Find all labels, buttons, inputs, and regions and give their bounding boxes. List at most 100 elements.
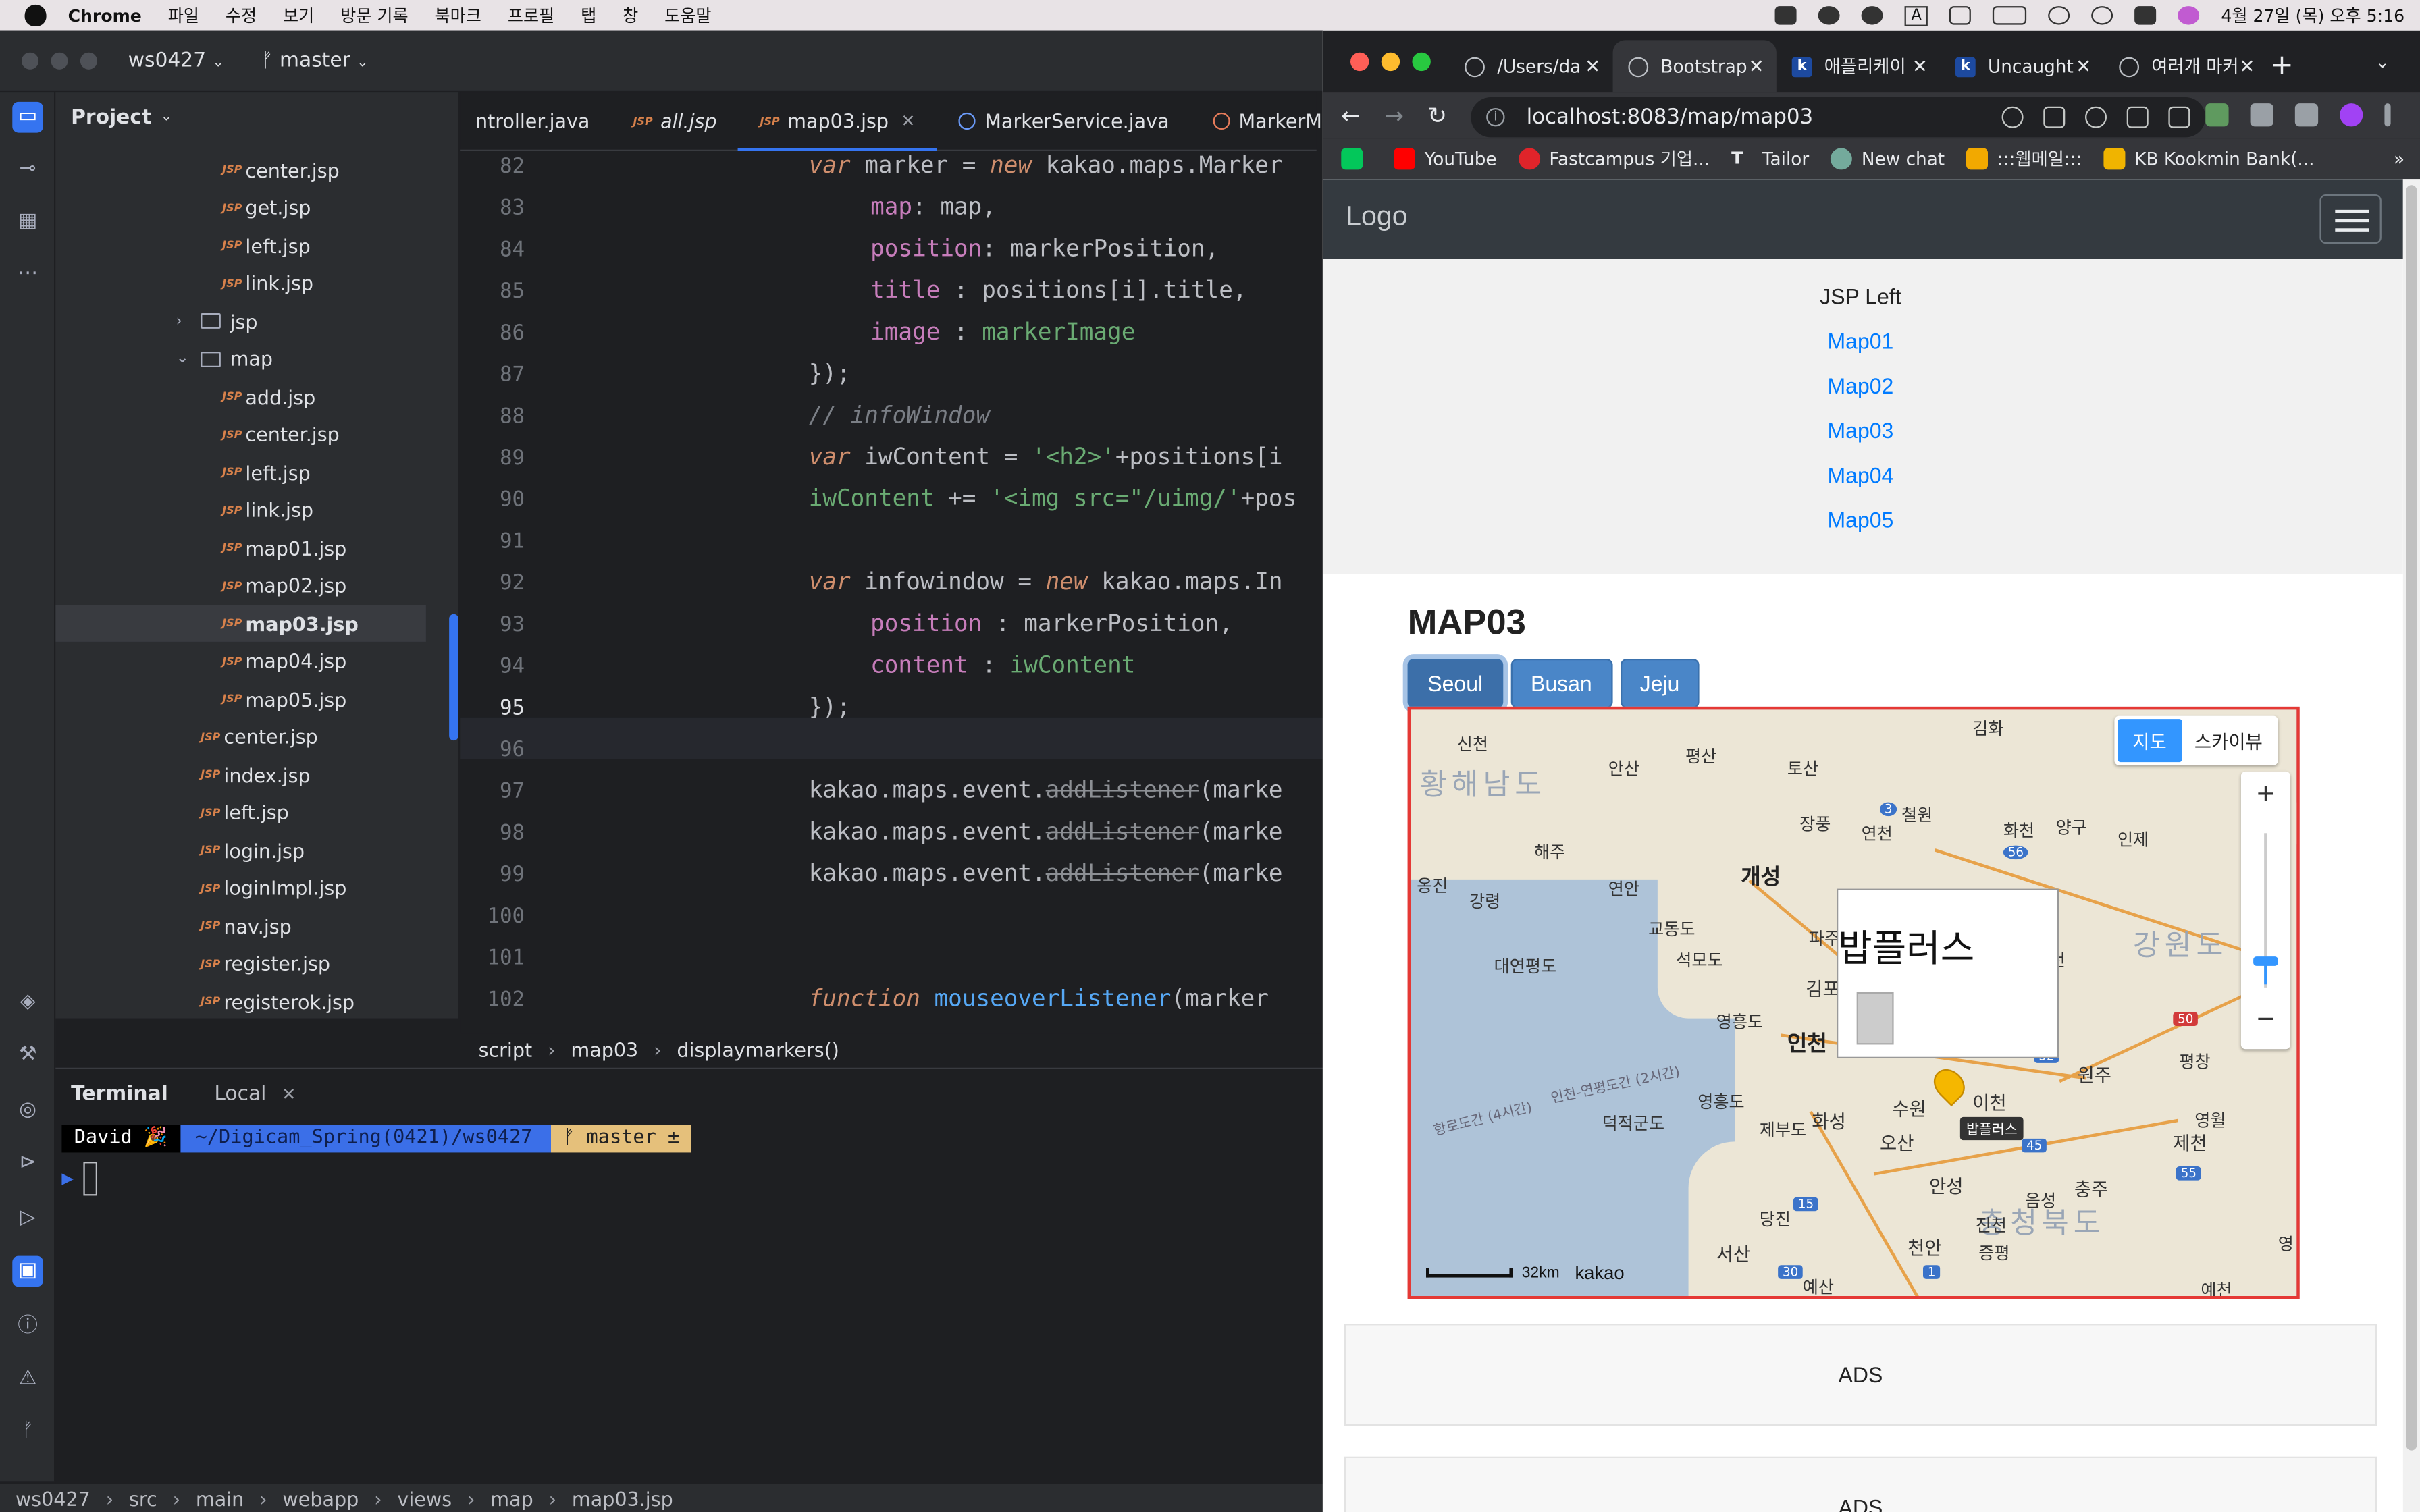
browser-tab[interactable]: 여러개 마커 ✕ [2103,40,2267,92]
terminal-icon[interactable]: ▣ [12,1256,43,1287]
apple-icon[interactable] [24,4,47,26]
minimize-window-button[interactable] [51,52,68,70]
bookmark-naver[interactable] [1341,148,1372,170]
spotlight-search-icon[interactable] [2091,6,2113,25]
status-path-segment[interactable]: src [129,1486,157,1509]
menu-item-tab[interactable]: 탭 [581,3,596,28]
navbar-toggler-button[interactable] [2319,194,2382,244]
menu-item-edit[interactable]: 수정 [226,3,257,28]
bookmark-tailor[interactable]: T Tailor [1731,148,1809,169]
bookmark-webmail[interactable]: :::웹메일::: [1966,146,2082,171]
bookmark-fastcampus[interactable]: Fastcampus 기업... [1518,146,1710,171]
close-window-button[interactable] [21,52,39,70]
link-map05[interactable]: Map05 [1323,508,2398,533]
structure-icon[interactable]: ▦ [12,207,43,238]
menubar-clock[interactable]: 4월 27일 (목) 오후 5:16 [2221,3,2404,28]
siri-icon[interactable] [2178,6,2200,25]
tree-item[interactable]: JSP login.jsp [55,832,426,869]
project-tree-scrollbar[interactable] [449,614,458,741]
share-icon[interactable] [2126,106,2149,128]
run-icon[interactable]: ▷ [12,1204,43,1235]
status-path-segment[interactable]: ws0427 [16,1486,90,1509]
tree-item[interactable]: JSP center.jsp [55,151,426,188]
tree-item[interactable]: JSP center.jsp [55,718,426,755]
link-map02[interactable]: Map02 [1323,373,2398,398]
tree-item[interactable]: JSP registerok.jsp [55,983,426,1019]
bookmark-star-icon[interactable] [2168,106,2190,128]
tree-item[interactable]: ⌄ map [55,340,426,377]
tree-item[interactable]: JSP loginImpl.jsp [55,869,426,907]
docker-icon[interactable] [1775,6,1797,25]
code-editor[interactable]: ntroller.java JSP all.jsp JSP map03.jsp ✕ Mark… [460,92,1323,1034]
build-icon[interactable]: ⚒ [12,1040,43,1071]
project-folder-icon[interactable]: ▭ [12,101,43,133]
tree-item[interactable]: JSP map03.jsp [55,604,426,642]
editor-tab[interactable]: MarkerService.java [937,92,1190,151]
tree-item[interactable]: JSP add.jsp [55,378,426,415]
link-map04[interactable]: Map04 [1323,463,2398,488]
zoom-out-button[interactable]: − [2241,1003,2290,1039]
editor-tab[interactable]: ntroller.java [460,92,611,151]
battery-icon[interactable] [1993,6,2027,25]
tree-item[interactable]: JSP left.jsp [55,794,426,831]
tree-item[interactable]: JSP map05.jsp [55,680,426,718]
more-icon[interactable]: ⋯ [12,259,43,290]
bookmark-new-chat[interactable]: New chat [1831,148,1945,170]
menu-item-help[interactable]: 도움말 [664,3,711,28]
profiler-icon[interactable]: ◎ [12,1096,43,1127]
minimize-window-button[interactable] [1381,52,1400,72]
wifi-icon[interactable] [2048,6,2070,25]
site-brand[interactable]: Logo [1346,200,1408,233]
menu-item-window[interactable]: 창 [623,3,638,28]
kebab-menu-icon[interactable] [2384,103,2391,127]
bookmark-kb[interactable]: KB Kookmin Bank(... [2103,148,2314,170]
line-icon[interactable] [1818,6,1841,25]
notification-icon[interactable] [1862,6,1884,25]
chevron-down-icon[interactable]: ⌄ [176,350,194,367]
close-icon[interactable]: ✕ [2239,55,2255,77]
problems-icon[interactable]: ⓘ [12,1312,43,1343]
close-icon[interactable]: ✕ [2076,55,2091,77]
tree-item[interactable]: JSP register.jsp [55,945,426,982]
site-info-icon[interactable]: i [1486,107,1505,127]
profile-avatar[interactable] [2340,103,2363,127]
menu-app-name[interactable]: Chrome [68,5,142,26]
tree-item[interactable]: JSP link.jsp [55,491,426,529]
services-icon[interactable]: ⊳ [12,1148,43,1179]
project-selector[interactable]: ws0427 ⌄ [128,49,224,72]
breadcrumb-map03[interactable]: map03 [571,1037,638,1060]
layers-icon[interactable]: ◈ [12,988,43,1019]
browser-tab[interactable]: /Users/da ✕ [1449,40,1612,92]
status-path-segment[interactable]: views [397,1486,452,1509]
editor-tab[interactable]: JSP all.jsp [611,92,738,151]
terminal-cursor[interactable] [83,1162,97,1196]
zoom-window-button[interactable] [1412,52,1431,72]
code-area[interactable]: var marker = new kakao.maps.Marker map: … [583,151,1323,1033]
git-icon[interactable]: ᚠ [12,1416,43,1447]
map-type-skyview-button[interactable]: 스카이뷰 [2185,728,2278,754]
forward-icon[interactable]: → [1384,102,1404,130]
menu-item-file[interactable]: 파일 [168,3,199,28]
tree-item[interactable]: JSP left.jsp [55,454,426,491]
new-tab-icon[interactable]: + [2270,49,2294,82]
map-type-roadmap-button[interactable]: 지도 [2117,719,2182,763]
address-bar[interactable]: i localhost:8083/map/map03 [1471,97,2206,138]
zoom-icon[interactable] [2084,106,2107,128]
browser-tab[interactable]: k 애플리케이 ✕ [1777,40,1940,92]
menu-item-profiles[interactable]: 프로필 [508,3,554,28]
browser-tab[interactable]: Bootstrap ✕ [1612,40,1777,93]
breadcrumb-function[interactable]: displaymarkers() [677,1037,839,1060]
chevron-right-icon[interactable]: › [176,313,194,329]
tree-item[interactable]: JSP nav.jsp [55,907,426,944]
branch-selector[interactable]: ᚠ master ⌄ [261,49,369,72]
close-icon[interactable]: ✕ [901,111,915,132]
close-icon[interactable]: ✕ [282,1084,296,1104]
zoom-window-button[interactable] [80,52,97,70]
side-panel-icon[interactable] [2294,103,2319,127]
zoom-slider-handle[interactable] [2253,956,2278,966]
link-map01[interactable]: Map01 [1323,329,2398,354]
reload-icon[interactable]: ↻ [1427,102,1447,130]
tree-item[interactable]: JSP map02.jsp [55,567,426,604]
translate-icon[interactable] [2043,106,2066,128]
busan-button[interactable]: Busan [1510,658,1612,709]
